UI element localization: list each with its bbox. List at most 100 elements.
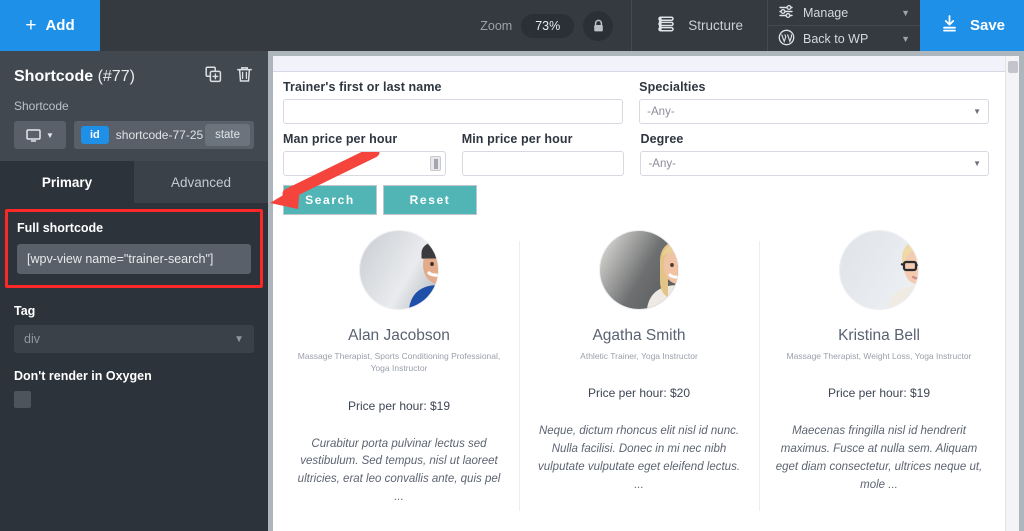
avatar-blonde-woman bbox=[647, 241, 678, 309]
trainer-price: Price per hour: $20 bbox=[587, 386, 691, 401]
lock-glyph bbox=[593, 19, 603, 31]
zoom-label: Zoom bbox=[480, 18, 513, 33]
manage-label: Manage bbox=[803, 5, 849, 20]
field-min-price: Min price per hour bbox=[461, 124, 641, 176]
structure-label: Structure bbox=[688, 18, 743, 33]
panel-header: Shortcode (#77) Shortcode ▼ id shortcode… bbox=[0, 51, 268, 161]
wp-menu-column: Manage ▼ Back to WP ▼ bbox=[768, 0, 920, 51]
canvas-frame: Trainer's first or last name Specialties… bbox=[268, 51, 1024, 531]
download-glyph bbox=[943, 15, 956, 32]
preview-canvas: Trainer's first or last name Specialties… bbox=[273, 56, 1019, 531]
trainer-results: Alan Jacobson Massage Therapist, Sports … bbox=[273, 215, 1005, 521]
panel-title-id: (#77) bbox=[97, 68, 135, 85]
trainer-specialties: Massage Therapist, Weight Loss, Yoga Ins… bbox=[786, 351, 972, 361]
dont-render-group: Don't render in Oxygen bbox=[14, 369, 254, 408]
tab-advanced[interactable]: Advanced bbox=[134, 161, 268, 203]
chevron-down-icon: ▼ bbox=[234, 333, 244, 345]
chevron-down-icon: ▼ bbox=[46, 130, 54, 140]
avatar bbox=[600, 231, 678, 309]
scroll-thumb[interactable] bbox=[1008, 61, 1018, 73]
top-toolbar: + Add Zoom 73% Structure Manage ▼ Back t… bbox=[0, 0, 1024, 51]
trash-glyph bbox=[237, 67, 252, 82]
field-degree: Degree -Any- ▼ bbox=[640, 124, 995, 176]
avatar-woman-glasses bbox=[887, 241, 918, 309]
sliders-icon bbox=[778, 4, 795, 22]
trainer-name[interactable]: Kristina Bell bbox=[773, 327, 985, 345]
trainer-name-input[interactable] bbox=[283, 99, 624, 124]
trainer-bio: Curabitur porta pulvinar lectus sed vest… bbox=[297, 437, 501, 504]
manage-menu[interactable]: Manage ▼ bbox=[768, 0, 920, 26]
full-shortcode-input[interactable]: [wpv-view name="trainer-search"] bbox=[17, 244, 251, 274]
panel-header-actions bbox=[204, 65, 254, 89]
form-buttons: Search Reset bbox=[283, 176, 995, 215]
device-selector[interactable]: ▼ bbox=[14, 121, 66, 149]
wordpress-glyph bbox=[778, 29, 795, 45]
dont-render-label: Don't render in Oxygen bbox=[14, 369, 152, 383]
tab-advanced-label: Advanced bbox=[170, 174, 232, 190]
chevron-down-icon: ▼ bbox=[901, 7, 910, 18]
monitor-icon bbox=[26, 128, 41, 142]
duplicate-icon[interactable] bbox=[204, 65, 223, 89]
tab-primary[interactable]: Primary bbox=[0, 161, 134, 203]
element-settings-panel: Shortcode (#77) Shortcode ▼ id shortcode… bbox=[0, 51, 268, 531]
tag-group: Tag div ▼ bbox=[14, 304, 254, 353]
degree-value: -Any- bbox=[648, 157, 676, 170]
back-to-wp-menu[interactable]: Back to WP ▼ bbox=[768, 26, 920, 51]
dont-render-checkbox[interactable] bbox=[14, 391, 31, 408]
tag-select[interactable]: div ▼ bbox=[14, 325, 254, 353]
plus-icon: + bbox=[25, 15, 37, 36]
field-specialties: Specialties -Any- ▼ bbox=[639, 72, 995, 124]
trainer-card[interactable]: Kristina Bell Massage Therapist, Weight … bbox=[759, 231, 999, 521]
form-row-1: Trainer's first or last name Specialties… bbox=[283, 72, 995, 124]
id-value[interactable]: shortcode-77-25 bbox=[116, 128, 205, 142]
trash-icon[interactable] bbox=[235, 65, 254, 89]
zoom-value[interactable]: 73% bbox=[521, 13, 575, 38]
chevron-down-icon: ▼ bbox=[901, 33, 910, 44]
avatar bbox=[840, 231, 918, 309]
layers-icon bbox=[656, 14, 676, 37]
selector-row: ▼ id shortcode-77-25 state bbox=[14, 121, 254, 149]
avatar bbox=[360, 231, 438, 309]
min-price-label: Min price per hour bbox=[461, 132, 573, 146]
lock-icon[interactable] bbox=[583, 10, 614, 41]
trainer-bio: Maecenas fringilla nisl id hendrerit max… bbox=[775, 425, 983, 491]
degree-select[interactable]: -Any- ▼ bbox=[640, 151, 989, 176]
back-to-wp-label: Back to WP bbox=[803, 31, 869, 46]
add-button-label: Add bbox=[45, 17, 75, 34]
sliders-glyph bbox=[779, 4, 793, 18]
id-badge[interactable]: id bbox=[81, 126, 109, 144]
tab-primary-label: Primary bbox=[41, 174, 93, 190]
chevron-down-icon: ▼ bbox=[973, 159, 981, 168]
trainer-bio: Neque, dictum rhoncus elit nisl id nunc.… bbox=[537, 425, 741, 491]
man-price-input[interactable] bbox=[283, 151, 446, 176]
structure-button[interactable]: Structure bbox=[631, 0, 768, 51]
trainer-name[interactable]: Alan Jacobson bbox=[293, 327, 505, 345]
search-button[interactable]: Search bbox=[283, 185, 377, 215]
trainer-name[interactable]: Agatha Smith bbox=[533, 327, 745, 345]
trainer-card[interactable]: Agatha Smith Athletic Trainer, Yoga Inst… bbox=[519, 231, 759, 521]
save-button[interactable]: Save bbox=[920, 0, 1024, 51]
panel-tabs: Primary Advanced bbox=[0, 161, 268, 203]
canvas-scrollbar[interactable] bbox=[1005, 56, 1019, 531]
trainer-search-form: Trainer's first or last name Specialties… bbox=[273, 72, 1005, 215]
min-price-input[interactable] bbox=[461, 151, 625, 176]
field-man-price: Man price per hour bbox=[283, 124, 462, 176]
trainer-price: Price per hour: $19 bbox=[347, 398, 451, 413]
trainer-price: Price per hour: $19 bbox=[827, 386, 931, 401]
reset-button[interactable]: Reset bbox=[383, 185, 477, 215]
layers-glyph bbox=[658, 16, 674, 32]
id-field: id shortcode-77-25 state bbox=[74, 121, 254, 149]
trainer-card[interactable]: Alan Jacobson Massage Therapist, Sports … bbox=[279, 231, 519, 521]
state-button[interactable]: state bbox=[205, 124, 250, 146]
form-top-band bbox=[273, 56, 1005, 72]
add-button[interactable]: + Add bbox=[0, 0, 100, 51]
wordpress-icon bbox=[778, 29, 795, 49]
trainer-specialties: Massage Therapist, Sports Conditioning P… bbox=[297, 351, 501, 374]
number-stepper-icon[interactable] bbox=[429, 156, 441, 171]
panel-title-text: Shortcode bbox=[14, 68, 94, 85]
panel-section-label: Shortcode bbox=[14, 99, 69, 113]
duplicate-glyph bbox=[205, 66, 222, 83]
degree-label: Degree bbox=[640, 132, 684, 146]
specialties-select[interactable]: -Any- ▼ bbox=[639, 99, 989, 124]
